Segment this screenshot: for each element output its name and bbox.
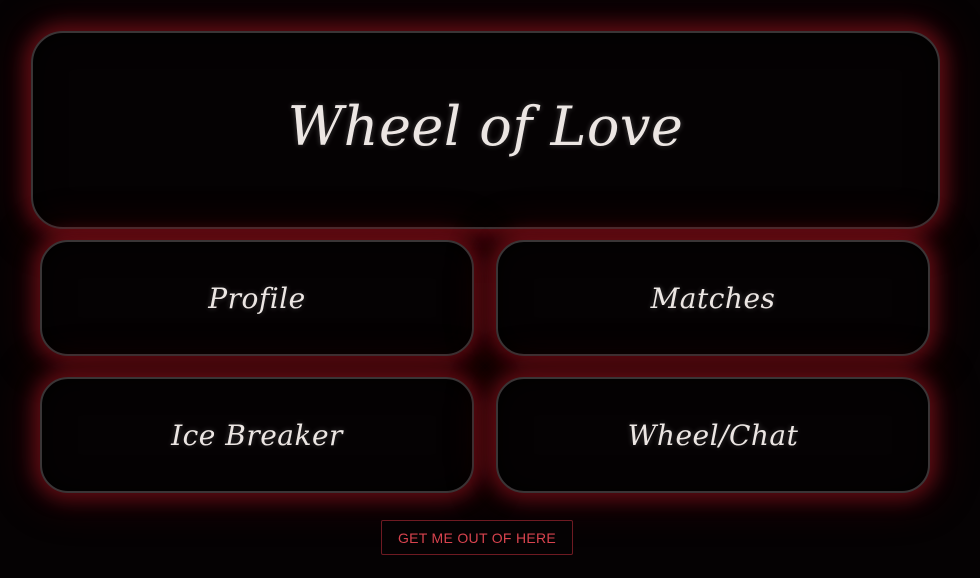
title-panel: Wheel of Love xyxy=(31,31,940,229)
matches-button[interactable]: Matches xyxy=(496,240,930,356)
wheel-chat-button[interactable]: Wheel/Chat xyxy=(496,377,930,493)
profile-button[interactable]: Profile xyxy=(40,240,474,356)
ice-breaker-label: Ice Breaker xyxy=(171,418,343,452)
app-title: Wheel of Love xyxy=(287,94,684,158)
profile-label: Profile xyxy=(208,281,306,315)
ice-breaker-button[interactable]: Ice Breaker xyxy=(40,377,474,493)
matches-label: Matches xyxy=(650,281,776,315)
wheel-chat-label: Wheel/Chat xyxy=(627,418,799,452)
exit-button[interactable]: GET ME OUT OF HERE xyxy=(381,520,573,555)
